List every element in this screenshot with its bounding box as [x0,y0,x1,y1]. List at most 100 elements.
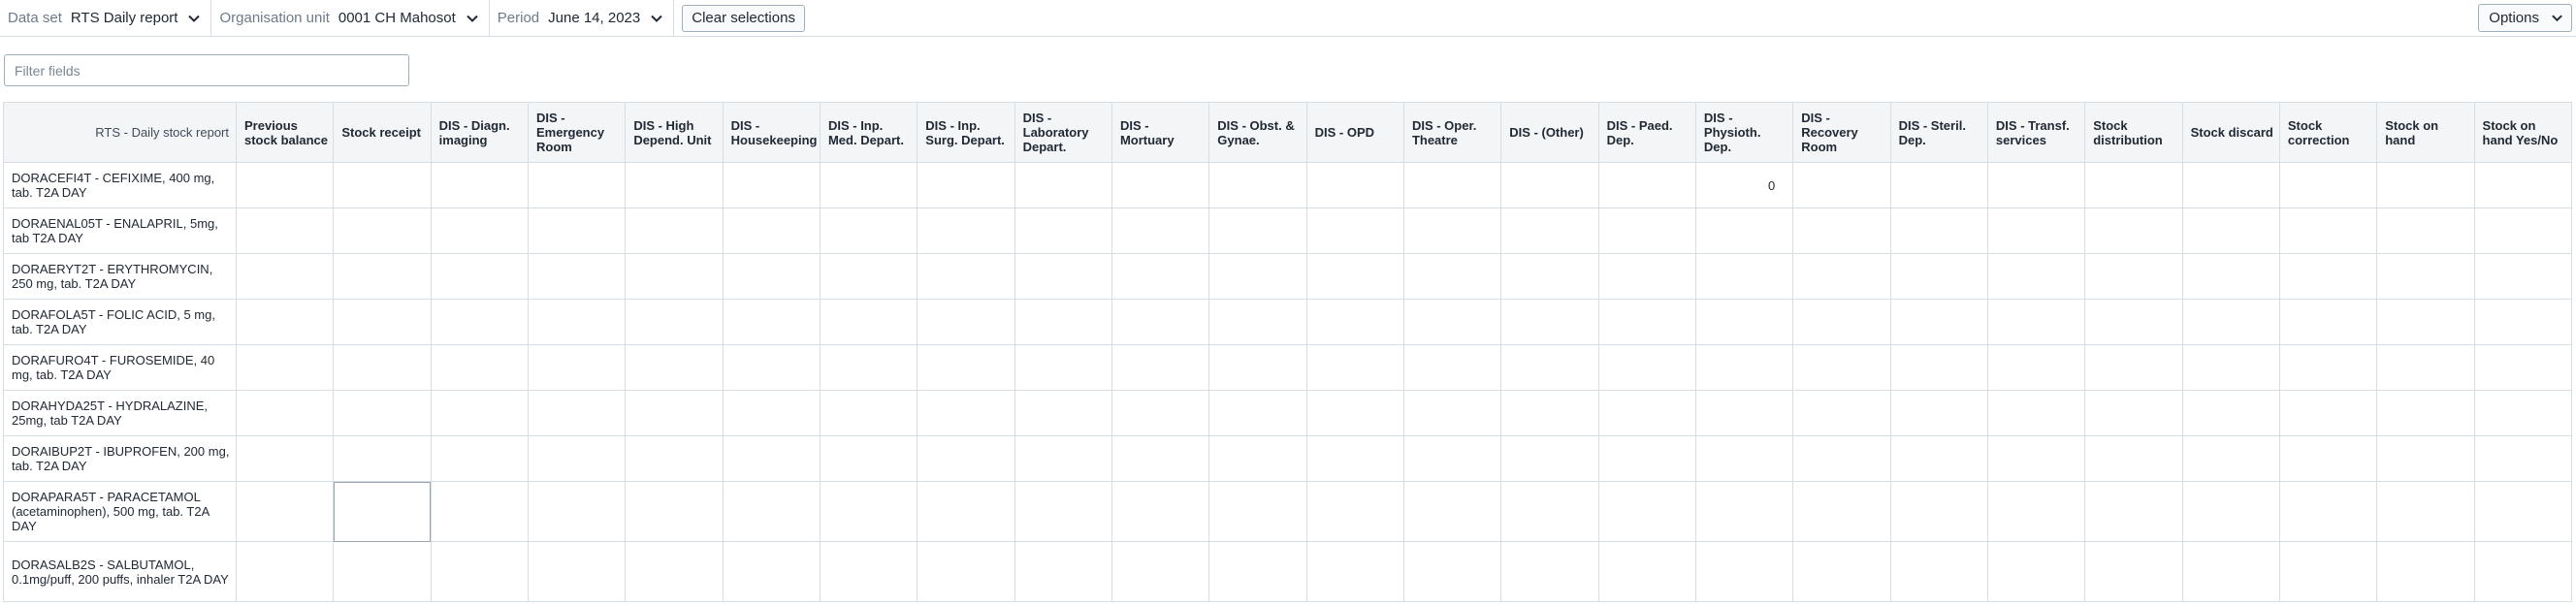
data-entry-cell[interactable] [235,435,335,482]
data-entry-cell[interactable] [1792,541,1891,602]
data-entry-cell[interactable] [1889,481,1988,542]
data-entry-cell[interactable] [1111,299,1210,345]
data-entry-cell[interactable] [1500,390,1599,436]
data-entry-cell[interactable] [235,541,335,602]
data-entry-cell[interactable] [2473,162,2573,208]
data-entry-cell[interactable] [1111,541,1210,602]
data-entry-cell[interactable] [1014,162,1112,208]
data-entry-cell[interactable] [1792,481,1891,542]
data-entry-cell[interactable] [1500,253,1599,300]
data-entry-cell[interactable] [235,344,335,391]
period-selector[interactable]: Period June 14, 2023 [490,0,675,36]
data-entry-cell[interactable] [1208,481,1307,542]
data-entry-cell[interactable] [2181,253,2280,300]
data-entry-cell[interactable] [2278,253,2378,300]
data-entry-cell[interactable] [2181,481,2280,542]
data-entry-cell[interactable] [2376,344,2475,391]
data-entry-cell[interactable] [2376,435,2475,482]
data-entry-cell[interactable] [1597,344,1696,391]
data-entry-cell[interactable] [819,481,918,542]
data-entry-cell[interactable] [2278,207,2378,254]
data-entry-cell[interactable] [1694,253,1794,300]
data-entry-cell[interactable] [1208,541,1307,602]
data-entry-cell[interactable] [722,344,821,391]
data-entry-cell[interactable] [527,299,627,345]
data-entry-cell[interactable] [819,253,918,300]
data-entry-cell[interactable] [819,344,918,391]
data-entry-cell[interactable] [2473,541,2573,602]
data-entry-cell[interactable] [1694,299,1794,345]
dataset-selector[interactable]: Data set RTS Daily report [0,0,212,36]
data-entry-cell[interactable] [2278,299,2378,345]
data-entry-cell[interactable] [2473,481,2573,542]
data-entry-cell[interactable] [722,299,821,345]
data-entry-cell[interactable] [1014,344,1112,391]
data-entry-cell[interactable] [1402,162,1502,208]
data-entry-cell[interactable] [2181,299,2280,345]
clear-selections-button[interactable]: Clear selections [682,4,805,32]
data-entry-cell[interactable] [1111,481,1210,542]
data-entry-cell[interactable] [2278,390,2378,436]
data-entry-cell[interactable] [2278,541,2378,602]
data-entry-cell[interactable] [722,390,821,436]
data-entry-cell[interactable] [917,481,1015,542]
data-entry-cell[interactable] [1986,253,2086,300]
filter-fields-input[interactable] [4,54,409,86]
data-entry-cell[interactable] [625,207,724,254]
data-entry-cell[interactable] [1792,390,1891,436]
data-entry-cell[interactable] [1402,299,1502,345]
data-entry-cell[interactable] [333,344,432,391]
data-entry-cell[interactable] [1597,541,1696,602]
data-entry-cell[interactable] [917,344,1015,391]
data-entry-cell[interactable] [819,541,918,602]
data-entry-cell[interactable] [430,435,529,482]
data-entry-cell[interactable] [1500,541,1599,602]
data-entry-cell[interactable] [2084,162,2183,208]
data-entry-cell[interactable] [430,541,529,602]
data-entry-cell[interactable] [333,207,432,254]
data-entry-cell[interactable] [2181,207,2280,254]
data-entry-cell[interactable] [1500,481,1599,542]
data-entry-cell[interactable] [722,207,821,254]
data-entry-cell[interactable] [1500,299,1599,345]
data-entry-cell[interactable] [1889,344,1988,391]
data-entry-cell[interactable] [1305,481,1404,542]
data-entry-cell[interactable] [2084,253,2183,300]
data-entry-cell[interactable] [722,253,821,300]
data-entry-cell[interactable] [1208,253,1307,300]
data-entry-cell[interactable] [1402,481,1502,542]
data-entry-cell[interactable] [1208,162,1307,208]
data-entry-cell[interactable] [430,162,529,208]
data-entry-cell[interactable] [2084,344,2183,391]
data-entry-cell[interactable] [819,299,918,345]
data-entry-cell[interactable] [1500,162,1599,208]
data-entry-cell[interactable] [1694,481,1794,542]
data-entry-cell[interactable] [2473,435,2573,482]
data-entry-cell[interactable] [2376,253,2475,300]
data-entry-cell[interactable] [430,481,529,542]
data-entry-cell[interactable] [1014,207,1112,254]
options-button[interactable]: Options [2478,4,2572,32]
data-entry-cell[interactable] [1694,207,1794,254]
data-entry-cell[interactable] [819,390,918,436]
data-entry-cell[interactable] [1208,435,1307,482]
data-entry-cell[interactable] [1014,299,1112,345]
data-entry-cell[interactable] [1208,299,1307,345]
data-entry-cell[interactable] [819,207,918,254]
data-entry-cell[interactable] [1014,481,1112,542]
data-entry-cell[interactable] [1402,207,1502,254]
data-entry-cell[interactable] [333,541,432,602]
data-entry-cell[interactable] [917,299,1015,345]
data-entry-cell[interactable] [2376,162,2475,208]
data-entry-cell[interactable] [527,253,627,300]
data-entry-cell[interactable] [722,481,821,542]
data-entry-cell[interactable] [625,435,724,482]
data-entry-cell[interactable] [917,390,1015,436]
data-entry-cell[interactable] [1792,435,1891,482]
data-entry-cell[interactable] [625,253,724,300]
data-entry-cell[interactable] [1986,390,2086,436]
data-entry-cell[interactable] [235,253,335,300]
data-entry-cell[interactable] [1305,435,1404,482]
data-entry-cell[interactable] [1986,299,2086,345]
data-entry-cell[interactable]: 0 [1694,162,1794,208]
